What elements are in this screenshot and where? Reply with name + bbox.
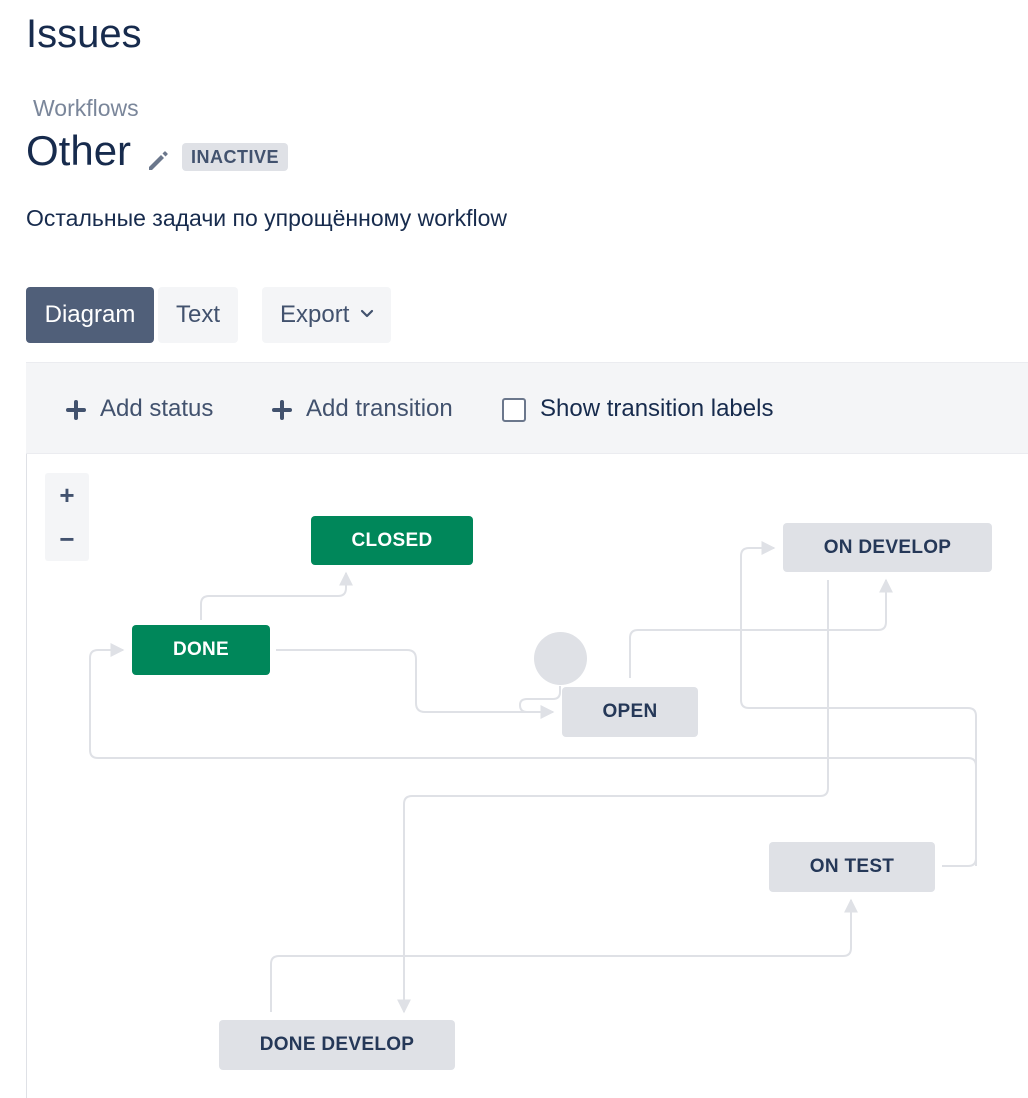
transition-ondevelop-donedevelop [397, 580, 829, 1014]
status-closed[interactable]: CLOSED [311, 516, 473, 565]
transition-initial-open [519, 686, 561, 713]
initial-state-node[interactable] [534, 632, 587, 685]
zoom-in-button[interactable]: + [45, 473, 89, 517]
status-on-test[interactable]: ON TEST [769, 842, 935, 892]
status-on-develop[interactable]: ON DEVELOP [783, 523, 992, 572]
status-done[interactable]: DONE [132, 625, 270, 675]
transition-done-closed [200, 571, 353, 620]
transition-ontest-ondevelop [740, 541, 977, 866]
status-done-develop[interactable]: DONE DEVELOP [219, 1020, 455, 1070]
zoom-out-button[interactable]: − [45, 517, 89, 561]
transition-donedevelop-ontest [270, 898, 858, 1012]
transition-ontest-done [89, 643, 977, 867]
transition-open-ondevelop [629, 578, 893, 678]
transition-done-open [276, 649, 555, 719]
zoom-controls: + − [45, 473, 89, 561]
status-open[interactable]: OPEN [562, 687, 698, 737]
